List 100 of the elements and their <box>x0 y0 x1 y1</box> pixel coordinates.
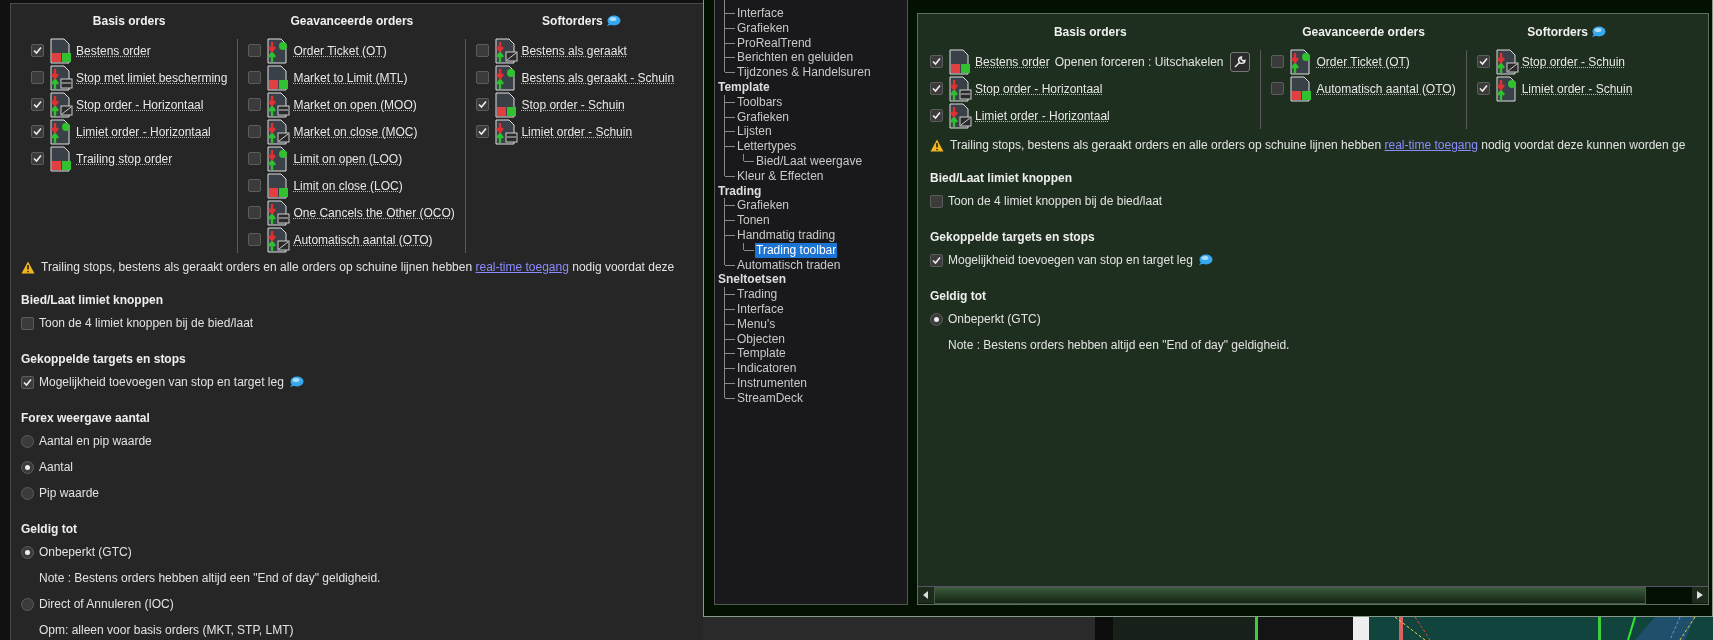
checkbox[interactable] <box>1476 55 1490 68</box>
order-icon <box>266 118 291 145</box>
checkbox[interactable] <box>476 71 490 84</box>
scroll-left-button[interactable] <box>918 587 934 603</box>
order-link[interactable]: Bestens order <box>76 43 151 58</box>
tree-item[interactable]: Menu's <box>736 316 777 332</box>
radio-button[interactable] <box>21 597 34 611</box>
tree-item[interactable]: Interface <box>736 6 785 21</box>
checkbox[interactable] <box>930 55 943 68</box>
checkbox[interactable] <box>476 98 490 111</box>
checkbox[interactable] <box>1476 82 1490 95</box>
checkbox[interactable] <box>31 71 44 84</box>
order-link[interactable]: Limiet order - Schuin <box>521 124 633 139</box>
order-link[interactable]: Limiet order - Horizontaal <box>76 124 211 139</box>
tree-item[interactable]: Grafieken <box>736 109 791 125</box>
order-link[interactable]: Bestens order <box>975 54 1050 69</box>
tree-item[interactable]: Berichten en geluiden <box>736 50 855 66</box>
order-link[interactable]: Stop order - Horizontaal <box>76 97 204 112</box>
checkbox[interactable] <box>31 125 44 138</box>
tree-item[interactable]: Template <box>736 346 787 362</box>
tree-connector <box>743 242 754 250</box>
checkbox-label: Toon de 4 limiet knoppen bij de bied/laat <box>948 194 1163 208</box>
order-link[interactable]: Automatisch aantal (OTO) <box>293 232 433 247</box>
order-link[interactable]: Market to Limit (MTL) <box>293 70 408 85</box>
radio-button[interactable] <box>21 486 34 500</box>
tree-item[interactable]: StreamDeck <box>736 390 805 406</box>
tree-item[interactable]: Tonen <box>736 213 771 228</box>
link[interactable]: real-time toegang <box>1384 138 1478 152</box>
checkbox[interactable] <box>1271 55 1285 68</box>
order-icon <box>948 48 972 75</box>
tree-item[interactable]: Trading <box>717 183 763 199</box>
checkbox[interactable] <box>31 98 44 111</box>
tree-item[interactable]: ProRealTrend <box>736 35 813 51</box>
order-link[interactable]: Bestens als geraakt - Schuin <box>521 70 675 85</box>
tree-item[interactable]: Grafieken <box>736 198 791 214</box>
checkbox[interactable] <box>21 316 34 330</box>
order-link[interactable]: Order Ticket (OT) <box>293 43 387 58</box>
warning-text: Trailing stops, bestens als geraakt orders en alle orders op schuine lijnen hebben real-time toegang nodig voordat deze kunnen worden ge <box>950 138 1686 152</box>
tree-item[interactable]: Lettertypes <box>736 139 798 154</box>
checkbox[interactable] <box>248 44 262 57</box>
checkbox[interactable] <box>31 152 44 165</box>
tree-item[interactable]: Template <box>717 80 771 95</box>
warning-icon <box>930 138 944 152</box>
tree-item[interactable]: Kleur & Effecten <box>736 168 825 184</box>
tree-item[interactable]: Lijsten <box>736 124 773 140</box>
order-link[interactable]: Limit on open (LOO) <box>293 151 403 166</box>
tree-item[interactable]: Trading <box>736 287 779 302</box>
checkbox[interactable] <box>248 233 262 246</box>
checkbox[interactable] <box>476 44 490 57</box>
checkbox[interactable] <box>248 206 262 219</box>
order-link[interactable]: Market on open (MOO) <box>293 97 417 112</box>
order-link[interactable]: Limit on close (LOC) <box>293 178 403 193</box>
order-link[interactable]: Limiet order - Horizontaal <box>975 108 1110 123</box>
order-link[interactable]: Automatisch aantal (OTO) <box>1316 81 1456 96</box>
wrench-button[interactable] <box>1230 51 1251 72</box>
radio-button[interactable] <box>21 545 34 559</box>
checkbox[interactable] <box>21 375 34 389</box>
tree-item[interactable]: Objecten <box>736 331 787 347</box>
order-link[interactable]: Market on close (MOC) <box>293 124 418 139</box>
link[interactable]: real-time toegang <box>475 260 569 274</box>
tree-item[interactable]: Instrumenten <box>736 375 809 391</box>
checkbox[interactable] <box>31 44 44 57</box>
order-link[interactable]: Trailing stop order <box>76 151 173 166</box>
checkbox[interactable] <box>930 109 943 122</box>
tree-item[interactable]: Interface <box>736 301 785 317</box>
order-link[interactable]: Stop order - Schuin <box>1521 54 1626 69</box>
radio-button[interactable] <box>930 312 943 326</box>
tree-item[interactable]: Tijdzones & Handelsuren <box>736 65 872 80</box>
checkbox[interactable] <box>248 179 262 192</box>
tree-item[interactable]: Indicatoren <box>736 361 798 376</box>
checkbox[interactable] <box>248 71 262 84</box>
tree-item[interactable]: Handmatig trading <box>736 227 837 243</box>
checkbox[interactable] <box>930 253 943 267</box>
checkbox[interactable] <box>248 98 262 111</box>
order-link[interactable]: Limiet order - Schuin <box>1521 81 1633 96</box>
order-link[interactable]: One Cancels the Other (OCO) <box>293 205 455 220</box>
checkbox[interactable] <box>248 152 262 165</box>
order-icon <box>49 37 73 64</box>
tree-item[interactable]: Toolbars <box>736 94 784 110</box>
tree-item[interactable]: Trading toolbar <box>755 242 838 258</box>
tree-item[interactable]: Sneltoetsen <box>717 272 787 288</box>
radio-button[interactable] <box>21 434 34 448</box>
checkbox[interactable] <box>476 125 490 138</box>
checkbox[interactable] <box>248 125 262 138</box>
order-icon <box>266 199 291 226</box>
checkbox[interactable] <box>1271 82 1285 95</box>
order-link[interactable]: Stop met limiet bescherming <box>76 70 228 85</box>
tree-item[interactable]: Grafieken <box>736 20 791 36</box>
order-link[interactable]: Stop order - Schuin <box>521 97 625 112</box>
scroll-right-button[interactable] <box>1692 587 1708 603</box>
checkbox[interactable] <box>930 82 943 95</box>
order-link[interactable]: Stop order - Horizontaal <box>975 81 1103 96</box>
section-heading: Geldig tot <box>930 287 987 305</box>
tree-item[interactable]: Bied/Laat weergave <box>755 153 864 169</box>
order-link[interactable]: Bestens als geraakt <box>521 43 627 58</box>
order-icon <box>1494 75 1519 102</box>
checkbox[interactable] <box>930 194 943 208</box>
radio-button[interactable] <box>21 460 34 474</box>
tree-item[interactable]: Automatisch traden <box>736 257 842 273</box>
order-link[interactable]: Order Ticket (OT) <box>1316 54 1410 69</box>
